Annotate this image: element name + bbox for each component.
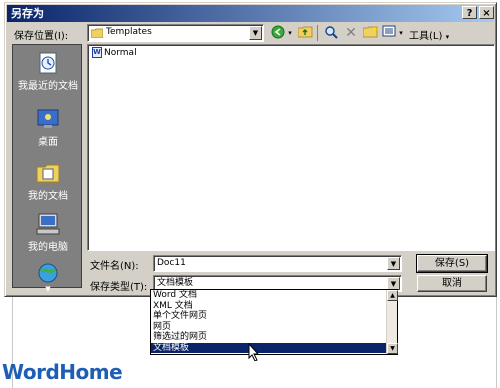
folder-icon: [90, 28, 104, 39]
filetype-option[interactable]: 网页: [151, 322, 397, 333]
title-bar: 另存为: [7, 5, 494, 22]
filename-value: Doc11: [157, 258, 186, 268]
word-document-icon: W: [92, 47, 102, 58]
places-bar: 我最近的文档 桌面 我的文档 我的电脑 ▼: [12, 44, 83, 293]
mouse-cursor-icon: [248, 343, 260, 361]
filetype-value: 文档模板: [157, 278, 194, 288]
cancel-button[interactable]: 取消: [417, 275, 487, 292]
recent-documents-icon: [35, 51, 61, 75]
search-web-icon[interactable]: [323, 25, 339, 41]
wordhome-logo: WordHome: [2, 360, 123, 384]
filetype-label: 保存类型(T):: [90, 282, 148, 293]
save-in-label: 保存位置(I):: [14, 31, 69, 42]
my-documents-icon: [35, 161, 61, 185]
place-my-computer[interactable]: 我的电脑: [13, 212, 83, 253]
dropdown-scrollbar[interactable]: ▲ ▼: [386, 290, 398, 354]
tools-menu-label: 工具(L): [409, 31, 443, 42]
filetype-option[interactable]: 单个文件网页: [151, 311, 397, 322]
place-recent-label: 我最近的文档: [18, 81, 78, 92]
place-my-documents[interactable]: 我的文档: [13, 161, 83, 202]
views-icon[interactable]: [381, 25, 397, 41]
toolbar-divider: [317, 25, 318, 41]
place-network[interactable]: ▼: [13, 261, 83, 293]
place-recent[interactable]: 我最近的文档: [13, 51, 83, 92]
tools-chevron-down-icon: ▾: [445, 33, 450, 41]
views-dropdown-icon[interactable]: ▾: [397, 25, 405, 41]
filetype-option[interactable]: Word 文档: [151, 290, 397, 301]
delete-icon[interactable]: ✕: [343, 25, 359, 41]
filetype-option[interactable]: XML 文档: [151, 301, 397, 312]
filename-chevron-down-icon[interactable]: ▼: [387, 257, 400, 270]
filetype-dropdown-list[interactable]: Word 文档 XML 文档 单个文件网页 网页 筛选过的网页 文档模板 ▲ ▼: [150, 289, 398, 355]
place-desktop-label: 桌面: [38, 137, 58, 148]
scroll-down-icon[interactable]: ▼: [387, 343, 398, 354]
save-in-value: Templates: [106, 27, 152, 37]
scroll-up-icon[interactable]: ▲: [387, 290, 398, 301]
file-list[interactable]: W Normal: [87, 44, 495, 251]
filename-label: 文件名(N):: [90, 261, 139, 272]
back-dropdown-icon[interactable]: ▾: [286, 25, 294, 41]
file-item[interactable]: W Normal: [92, 47, 137, 59]
save-as-dialog: 另存为 ? × 保存位置(I): Templates ▼ ▾ ✕ ▾ 工具(L)…: [4, 2, 497, 297]
new-folder-icon[interactable]: [362, 25, 378, 41]
save-button[interactable]: 保存(S): [416, 254, 488, 273]
my-computer-icon: [35, 212, 61, 236]
dialog-title: 另存为: [11, 7, 44, 20]
places-scroll-down-icon[interactable]: ▼: [13, 285, 83, 293]
back-icon[interactable]: [270, 25, 286, 41]
tools-menu[interactable]: 工具(L) ▾: [409, 27, 449, 42]
filename-combo[interactable]: Doc11 ▼: [153, 255, 402, 272]
filetype-option-selected[interactable]: 文档模板: [151, 342, 397, 353]
help-button[interactable]: ?: [462, 6, 477, 19]
filetype-option[interactable]: 筛选过的网页: [151, 332, 397, 343]
desktop-icon: [35, 107, 61, 131]
file-item-name: Normal: [104, 48, 137, 58]
place-my-documents-label: 我的文档: [28, 191, 68, 202]
up-folder-icon[interactable]: [297, 25, 313, 41]
save-in-combo[interactable]: Templates ▼: [87, 24, 264, 42]
place-desktop[interactable]: 桌面: [13, 107, 83, 148]
network-places-icon: [35, 261, 61, 285]
place-my-computer-label: 我的电脑: [28, 242, 68, 253]
chevron-down-icon[interactable]: ▼: [249, 26, 262, 40]
close-button[interactable]: ×: [479, 6, 494, 19]
